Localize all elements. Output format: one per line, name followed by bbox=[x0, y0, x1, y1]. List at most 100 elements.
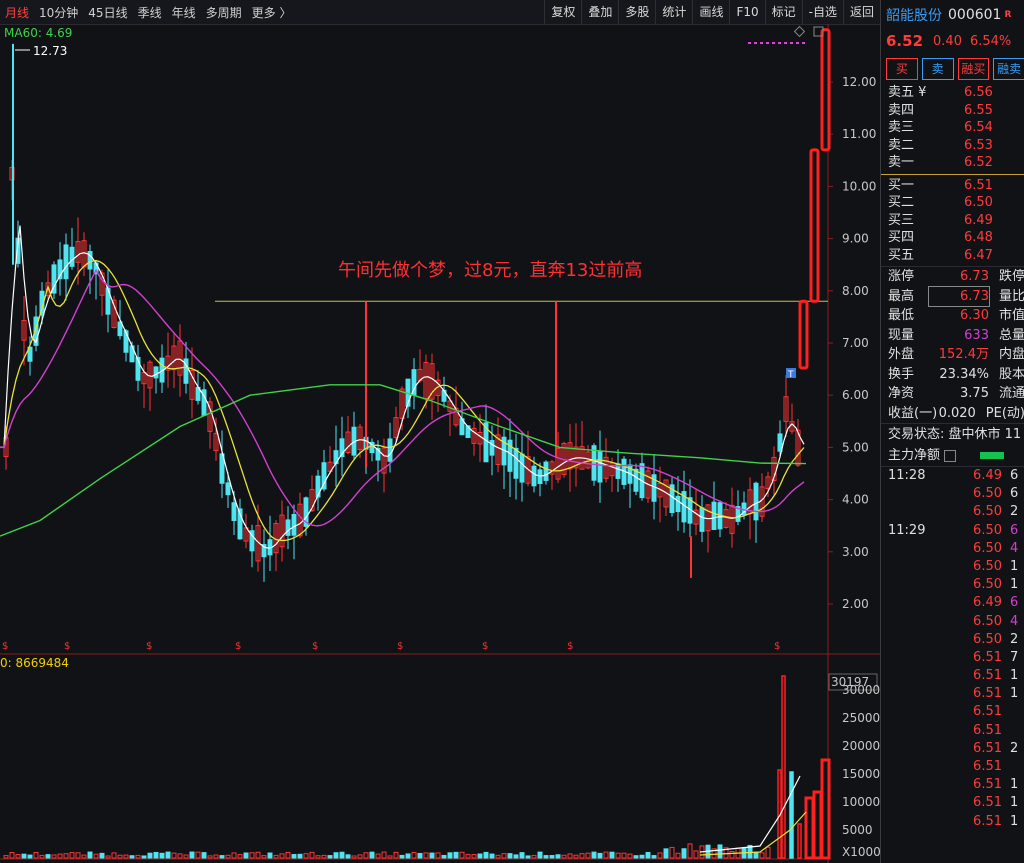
main-net-bar bbox=[980, 452, 1005, 459]
price-tick-label: 10.00 bbox=[842, 179, 876, 193]
volume-bar bbox=[177, 853, 183, 859]
volume-bar bbox=[141, 855, 147, 859]
sell-quote-row[interactable]: 卖一 6.52 bbox=[881, 154, 1024, 172]
tick-row: 6.50 2 bbox=[881, 503, 1024, 521]
volume-bar bbox=[483, 851, 489, 859]
volume-bar bbox=[129, 855, 135, 859]
tab-45day[interactable]: 45日线 bbox=[83, 4, 132, 21]
volume-bar bbox=[15, 853, 21, 859]
candle-body bbox=[489, 440, 495, 456]
tick-price: 6.51 bbox=[973, 740, 1002, 756]
volume-bar bbox=[87, 851, 93, 859]
tick-row: 6.51 1 bbox=[881, 667, 1024, 685]
tick-row: 6.50 4 bbox=[881, 540, 1024, 558]
volume-bar bbox=[507, 853, 513, 859]
sell-quote-row[interactable]: 卖三 6.54 bbox=[881, 119, 1024, 137]
volume-bar bbox=[501, 853, 507, 859]
stat-value: 6.73 bbox=[960, 269, 989, 284]
buy-quote-row[interactable]: 买四 6.48 bbox=[881, 229, 1024, 247]
remove-watchlist-button[interactable]: -自选 bbox=[801, 0, 843, 24]
candle-body bbox=[633, 468, 639, 492]
sell-button[interactable]: 卖 bbox=[921, 58, 954, 80]
quote-label: 买二 bbox=[888, 195, 915, 210]
volume-bar bbox=[117, 854, 123, 859]
tab-quarterly[interactable]: 季线 bbox=[133, 4, 167, 21]
tick-volume: 6 bbox=[1010, 486, 1019, 502]
tab-monthly[interactable]: 月线 bbox=[0, 4, 34, 21]
stat-row: 外盘 152.4万 内盘 bbox=[881, 345, 1024, 365]
tick-time bbox=[881, 740, 946, 758]
tick-row: 11:29 6.50 6 bbox=[881, 522, 1024, 540]
tick-volume: 4 bbox=[1010, 613, 1019, 629]
candle-body bbox=[537, 469, 543, 485]
statistics-button[interactable]: 统计 bbox=[655, 0, 692, 24]
volume-bar bbox=[495, 854, 501, 859]
stat-row: 现量 633 总量 bbox=[881, 326, 1024, 346]
volume-bar bbox=[45, 854, 51, 859]
buy-button[interactable]: 买 bbox=[886, 58, 918, 80]
adjust-button[interactable]: 复权 bbox=[544, 0, 581, 24]
volume-bar bbox=[147, 852, 153, 859]
buy-quote-row[interactable]: 买五 6.47 bbox=[881, 247, 1024, 265]
tick-volume bbox=[1002, 758, 1010, 776]
tab-more[interactable]: 更多 〉 bbox=[247, 4, 297, 21]
stat-label-2: 市值 bbox=[998, 308, 1024, 323]
recent-volume-bar bbox=[797, 823, 802, 859]
volume-bar bbox=[21, 853, 27, 859]
volume-bar bbox=[351, 855, 357, 859]
table-icon[interactable] bbox=[944, 449, 957, 462]
volume-bar bbox=[93, 853, 99, 859]
margin-sell-button[interactable]: 融卖 bbox=[993, 58, 1024, 80]
stat-label: 换手 bbox=[888, 366, 915, 382]
tick-time bbox=[881, 667, 946, 685]
tick-volume: 2 bbox=[1010, 631, 1019, 647]
tick-row: 11:28 6.49 6 bbox=[881, 467, 1024, 485]
tick-row: 6.51 1 bbox=[881, 813, 1024, 831]
sell-quote-row[interactable]: 卖二 6.53 bbox=[881, 137, 1024, 155]
tick-price: 6.51 bbox=[973, 686, 1002, 702]
stat-label: 净资 bbox=[888, 386, 915, 401]
candle-body bbox=[699, 507, 705, 532]
sell-quote-row[interactable]: 卖五 ¥ 6.56 bbox=[881, 84, 1024, 102]
volume-bar bbox=[63, 853, 69, 859]
sell-quote-row[interactable]: 卖四 6.55 bbox=[881, 102, 1024, 120]
volume-bar bbox=[333, 852, 339, 859]
price-change-pct: 6.54% bbox=[969, 33, 1012, 49]
volume-bar bbox=[135, 854, 141, 859]
buy-quote-row[interactable]: 买一 6.51 bbox=[881, 177, 1024, 195]
overlay-button[interactable]: 叠加 bbox=[581, 0, 618, 24]
draw-line-button[interactable]: 画线 bbox=[692, 0, 729, 24]
back-button[interactable]: 返回 bbox=[842, 0, 880, 24]
mark-button[interactable]: 标记 bbox=[764, 0, 802, 24]
price-tick-label: 9.00 bbox=[842, 232, 869, 246]
volume-bar bbox=[171, 852, 177, 859]
buy-quote-row[interactable]: 买二 6.50 bbox=[881, 194, 1024, 212]
limit-up-candle bbox=[820, 28, 831, 152]
quote-price: 6.53 bbox=[964, 137, 993, 153]
quote-panel: 韶能股份 000601 R 6.52 0.40 6.54% 买 卖 融买 融卖 … bbox=[880, 0, 1024, 863]
tick-time bbox=[881, 758, 946, 776]
tab-yearly[interactable]: 年线 bbox=[167, 4, 201, 21]
volume-ma-label: 0: 8669484 bbox=[0, 656, 69, 670]
tick-price: 6.49 bbox=[973, 468, 1002, 483]
f10-button[interactable]: F10 bbox=[729, 0, 764, 24]
tab-10min[interactable]: 10分钟 bbox=[34, 4, 83, 21]
margin-buy-button[interactable]: 融买 bbox=[957, 58, 990, 80]
price-tick-label: 4.00 bbox=[842, 493, 869, 507]
multi-stock-button[interactable]: 多股 bbox=[618, 0, 655, 24]
tick-time bbox=[881, 631, 946, 649]
volume-bar bbox=[381, 851, 387, 859]
tick-list[interactable]: 11:28 6.49 6 6.50 6 6.50 2 11:29 6.50 6 6.50 4 6.50 1… bbox=[881, 467, 1024, 831]
volume-bar bbox=[525, 855, 531, 859]
volume-bar bbox=[291, 854, 297, 859]
tick-time bbox=[881, 576, 946, 594]
buy-quote-row[interactable]: 买三 6.49 bbox=[881, 212, 1024, 230]
volume-bar bbox=[231, 852, 237, 859]
volume-bar bbox=[555, 854, 561, 859]
volume-bar bbox=[123, 854, 129, 859]
kline-chart[interactable]: 12.00 11.00 10.00 9.00 8.00 7.00 6.00 5.00 4.00 3… bbox=[0, 24, 880, 863]
stock-name[interactable]: 韶能股份 bbox=[886, 5, 942, 25]
recent-volume-bar bbox=[804, 796, 815, 860]
volume-bar bbox=[51, 854, 57, 859]
tab-multi-period[interactable]: 多周期 bbox=[201, 4, 247, 21]
